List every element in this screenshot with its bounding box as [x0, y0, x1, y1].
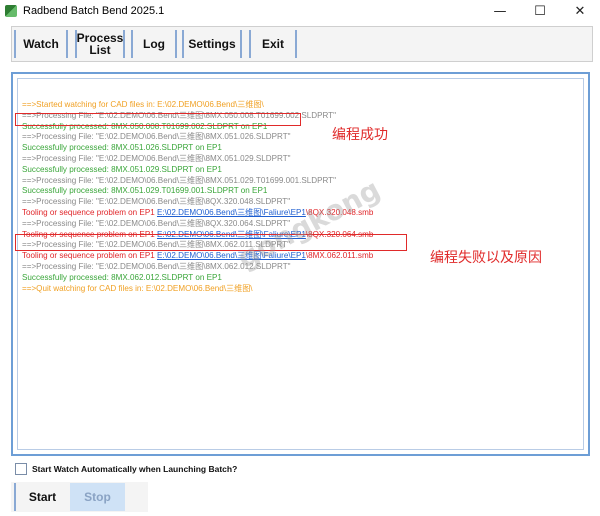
auto-watch-checkbox[interactable] [15, 463, 27, 475]
window-title: Radbend Batch Bend 2025.1 [23, 5, 165, 17]
success-highlight-box [15, 113, 301, 126]
failure-highlight-box [15, 234, 407, 251]
failure-folder-link[interactable]: E:\02.DEMO\06.Bend\三维图\Faliure\EP1 [157, 208, 306, 217]
tab-log-label: Log [143, 37, 165, 51]
window-controls: — ☐ ✕ [480, 0, 600, 22]
tab-log[interactable]: Log [131, 30, 177, 58]
tab-process-list[interactable]: Process List [75, 30, 125, 58]
tab-exit[interactable]: Exit [249, 30, 297, 58]
log-line: Successfully processed: 8MX.051.029.T016… [22, 186, 268, 196]
action-bar: Start Stop [11, 482, 148, 512]
title-bar: Radbend Batch Bend 2025.1 — ☐ ✕ [0, 0, 600, 22]
log-line: ==>Started watching for CAD files in: E:… [22, 100, 264, 109]
maximize-button[interactable]: ☐ [520, 0, 560, 22]
error-text: Tooling or sequence problem on EP1 [22, 251, 157, 261]
tab-watch-label: Watch [23, 37, 59, 51]
auto-watch-option[interactable]: Start Watch Automatically when Launching… [15, 462, 237, 476]
main-toolbar: Watch Process List Log Settings Exit [11, 26, 593, 62]
log-line: ==>Processing File: "E:\02.DEMO\06.Bend\… [22, 132, 291, 142]
stop-button[interactable]: Stop [70, 483, 125, 511]
auto-watch-label: Start Watch Automatically when Launching… [32, 464, 238, 474]
log-line: ==>Processing File: "E:\02.DEMO\06.Bend\… [22, 197, 291, 207]
log-line: ==>Quit watching for CAD files in: E:\02… [22, 283, 253, 293]
minimize-button[interactable]: — [480, 0, 520, 22]
tab-exit-label: Exit [261, 37, 284, 51]
log-line: Successfully processed: 8MX.051.029.SLDP… [22, 164, 222, 174]
tab-settings[interactable]: Settings [182, 30, 242, 58]
log-line: ==>Processing File: "E:\02.DEMO\06.Bend\… [22, 175, 336, 185]
success-annotation: 编程成功 [332, 127, 388, 143]
log-line: Successfully processed: 8MX.062.012.SLDP… [22, 272, 222, 282]
error-file: \8MX.062.011.smb [305, 251, 374, 261]
tab-settings-label: Settings [188, 37, 236, 51]
tab-watch[interactable]: Watch [14, 30, 68, 58]
start-button[interactable]: Start [14, 483, 69, 511]
close-button[interactable]: ✕ [560, 0, 600, 22]
error-text: Tooling or sequence problem on EP1 [22, 207, 157, 217]
log-line: ==>Processing File: "E:\02.DEMO\06.Bend\… [22, 153, 291, 163]
tab-process-list-label-2: List [89, 43, 111, 57]
failure-annotation: 编程失败以及原因 [430, 250, 542, 266]
app-icon [5, 5, 17, 17]
log-line: Successfully processed: 8MX.051.026.SLDP… [22, 143, 222, 153]
